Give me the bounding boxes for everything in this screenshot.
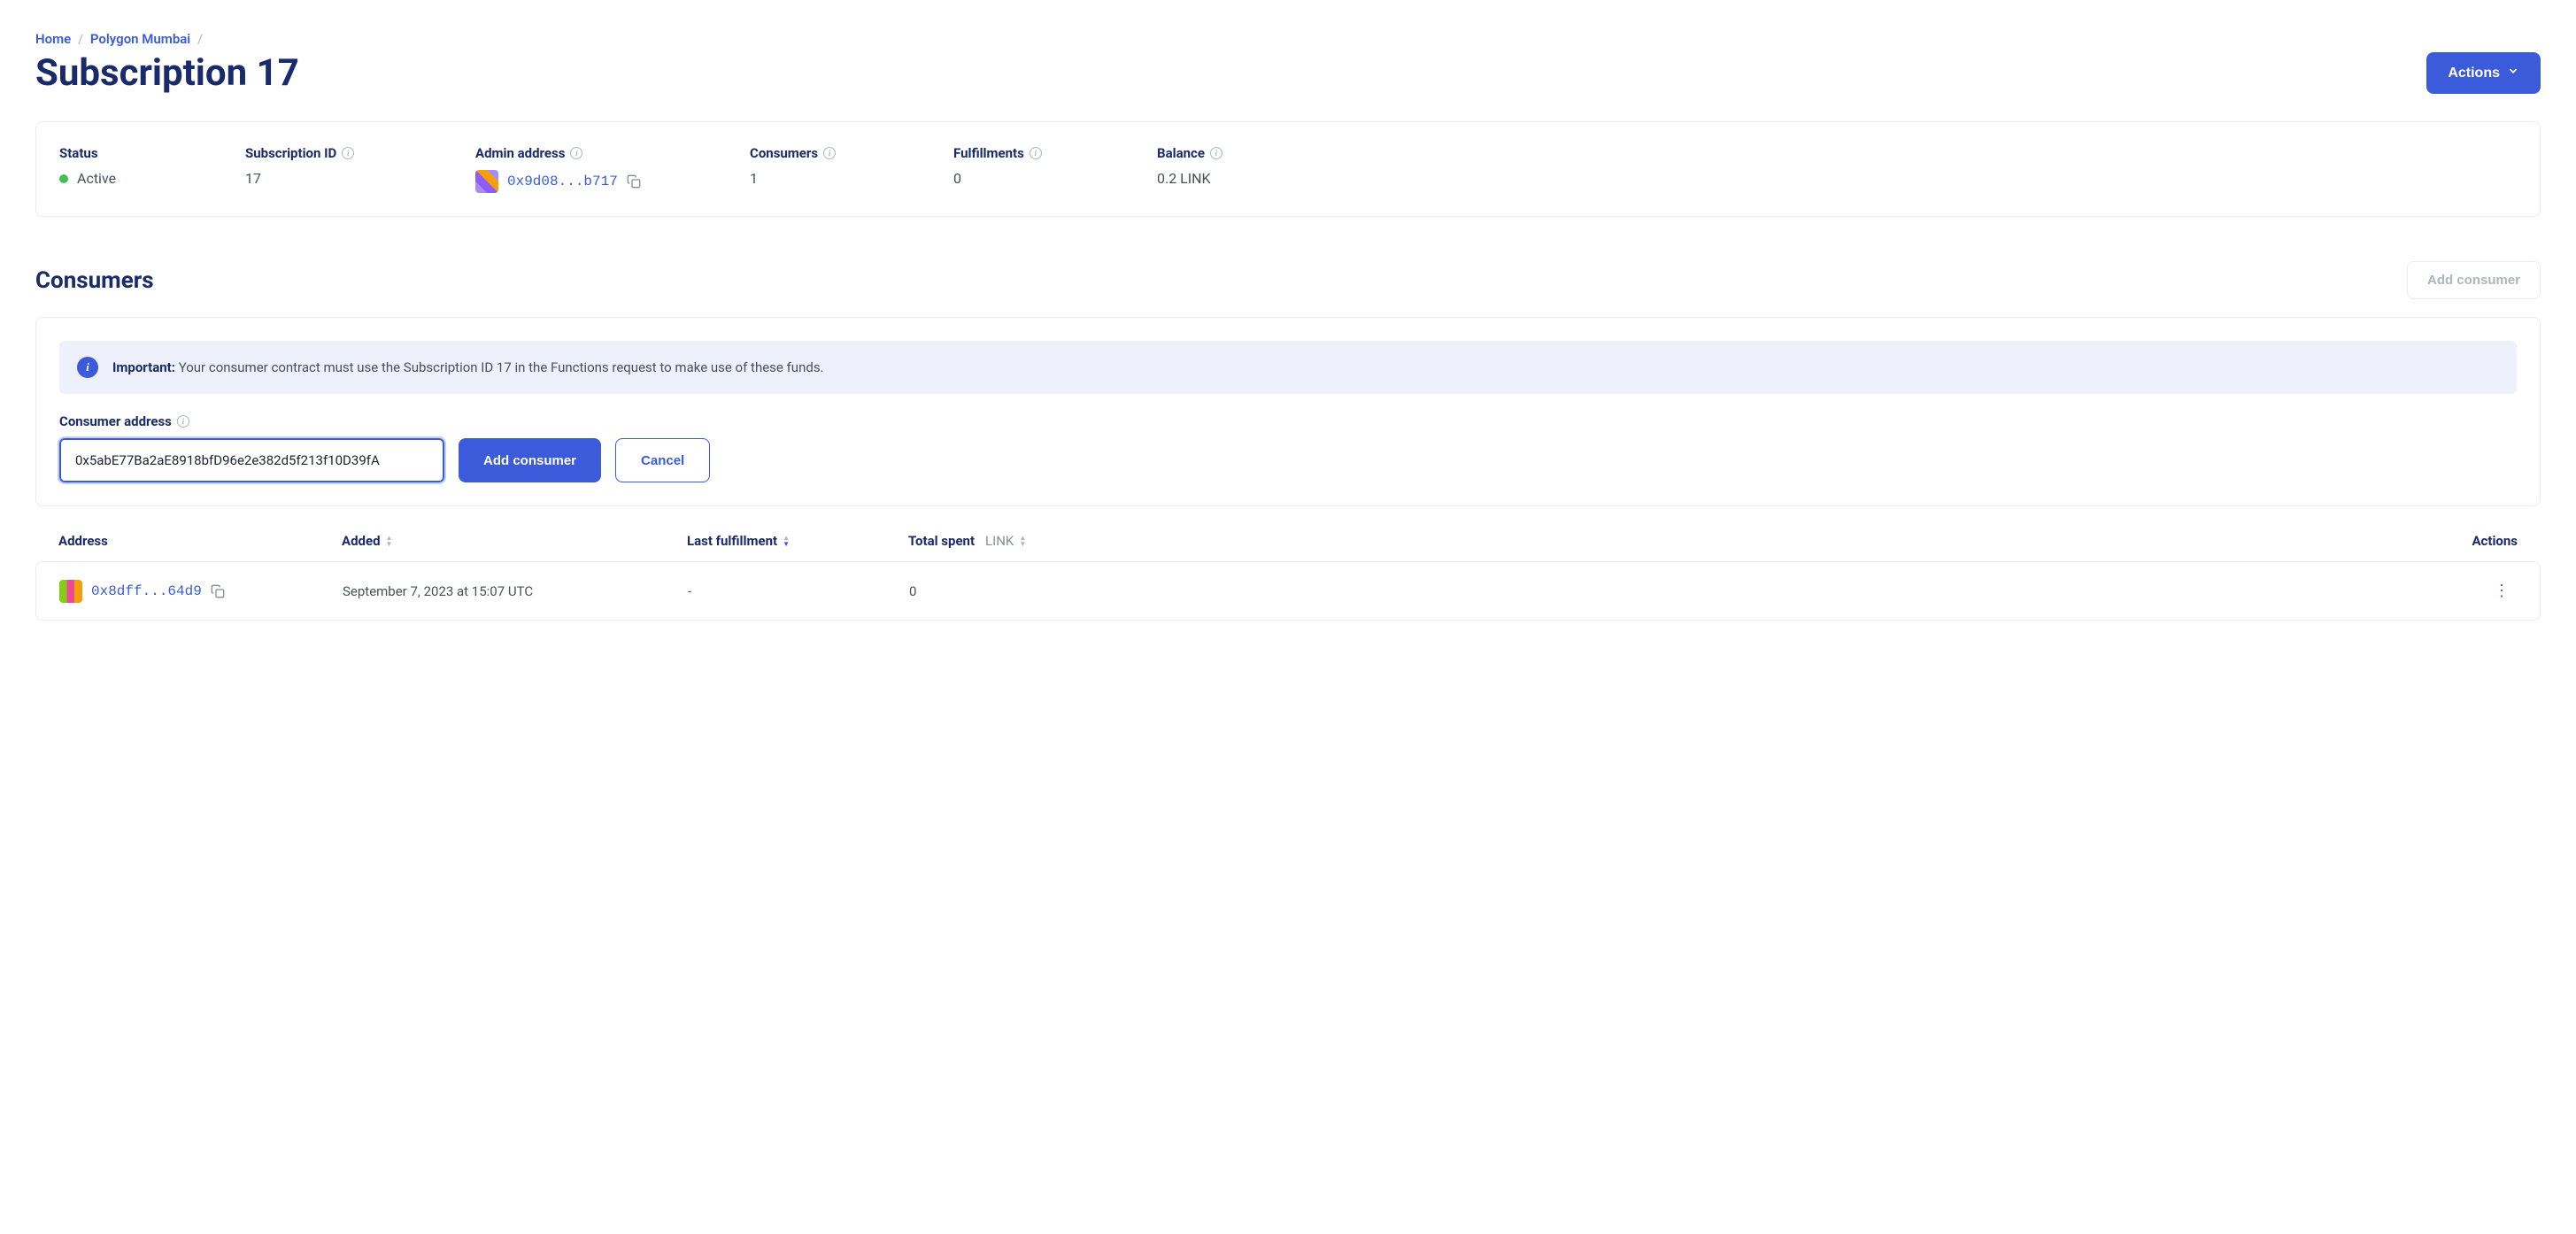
subscription-info-card: Status Active Subscription ID i 17 Admin…: [35, 121, 2541, 217]
chevron-down-icon: [2507, 65, 2519, 81]
fulfillments-label: Fulfillments: [953, 145, 1024, 161]
subscription-id-value: 17: [245, 170, 422, 187]
link-badge: LINK: [985, 533, 1014, 549]
admin-address-label: Admin address: [475, 145, 565, 161]
balance-value: 0.2 LINK: [1157, 170, 2517, 187]
notice-text: Your consumer contract must use the Subs…: [175, 359, 824, 375]
status-dot-icon: [59, 174, 68, 183]
breadcrumb-network[interactable]: Polygon Mumbai: [90, 31, 190, 47]
th-address: Address: [58, 533, 342, 549]
breadcrumb: Home / Polygon Mumbai /: [35, 31, 2541, 47]
th-actions: Actions: [1130, 533, 2518, 549]
status-value: Active: [77, 170, 116, 187]
add-consumer-card: i Important: Your consumer contract must…: [35, 317, 2541, 506]
status-label: Status: [59, 145, 192, 161]
breadcrumb-home[interactable]: Home: [35, 31, 71, 47]
blockie-icon: [475, 170, 498, 193]
info-icon[interactable]: i: [177, 415, 189, 428]
sort-icon: ▲▼: [1019, 536, 1026, 547]
copy-icon[interactable]: [211, 584, 225, 598]
breadcrumb-separator: /: [197, 31, 203, 47]
cancel-button[interactable]: Cancel: [615, 438, 710, 482]
fulfillments-value: 0: [953, 170, 1104, 187]
notice-strong: Important:: [112, 359, 175, 375]
sort-icon: ▲▼: [386, 536, 393, 547]
actions-label: Actions: [2448, 66, 2500, 81]
td-last-fulfillment: -: [688, 583, 909, 599]
th-total-spent[interactable]: Total spent LINK ▲▼: [908, 533, 1130, 549]
admin-address-link[interactable]: 0x9d08...b717: [507, 174, 618, 189]
td-added: September 7, 2023 at 15:07 UTC: [343, 583, 688, 599]
add-consumer-button[interactable]: Add consumer: [459, 438, 601, 482]
info-icon[interactable]: i: [1030, 147, 1042, 159]
sort-icon: ▲▼: [783, 536, 790, 547]
breadcrumb-separator: /: [78, 31, 83, 47]
copy-icon[interactable]: [627, 174, 641, 189]
th-added[interactable]: Added ▲▼: [342, 533, 687, 549]
blockie-icon: [59, 580, 82, 603]
consumer-address-link[interactable]: 0x8dff...64d9: [91, 583, 202, 599]
subscription-id-label: Subscription ID: [245, 145, 336, 161]
td-total-spent: 0: [909, 583, 1130, 599]
table-row: 0x8dff...64d9 September 7, 2023 at 15:07…: [35, 561, 2541, 621]
add-consumer-secondary-button[interactable]: Add consumer: [2407, 261, 2541, 299]
important-notice: i Important: Your consumer contract must…: [59, 341, 2517, 394]
info-icon[interactable]: i: [1210, 147, 1222, 159]
th-last-fulfillment[interactable]: Last fulfillment ▲▼: [687, 533, 908, 549]
info-icon: i: [77, 357, 98, 378]
consumer-address-label: Consumer address: [59, 413, 172, 429]
consumers-section-title: Consumers: [35, 267, 154, 294]
consumers-value: 1: [750, 170, 900, 187]
consumer-address-input[interactable]: [59, 438, 444, 482]
actions-button[interactable]: Actions: [2426, 52, 2541, 94]
consumers-label: Consumers: [750, 145, 818, 161]
balance-label: Balance: [1157, 145, 1205, 161]
page-title: Subscription 17: [35, 51, 299, 95]
info-icon[interactable]: i: [823, 147, 836, 159]
info-icon[interactable]: i: [342, 147, 354, 159]
kebab-menu-icon[interactable]: ⋮: [2487, 578, 2517, 604]
info-icon[interactable]: i: [570, 147, 582, 159]
consumers-table: Address Added ▲▼ Last fulfillment ▲▼ Tot…: [35, 533, 2541, 621]
